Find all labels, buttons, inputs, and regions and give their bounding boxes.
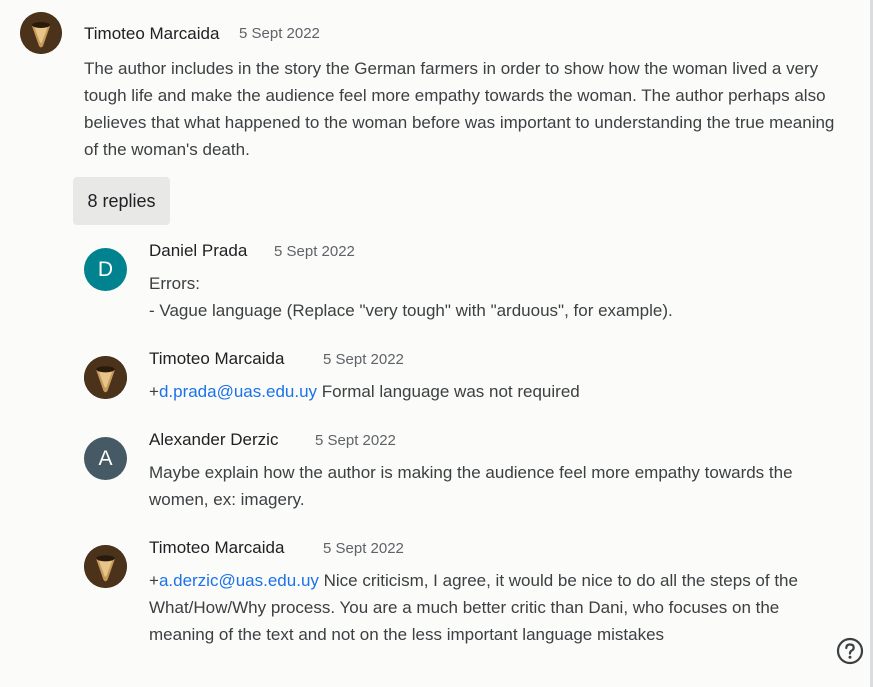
replies-toggle-button[interactable]: 8 replies (73, 177, 170, 225)
reply-text: Maybe explain how the author is making t… (149, 463, 793, 509)
comment-author: Timoteo Marcaida (84, 24, 220, 43)
reply-date: 5 Sept 2022 (274, 243, 355, 260)
reply-author: Alexander Derzic (149, 430, 279, 449)
avatar[interactable] (20, 12, 62, 54)
reply-author: Timoteo Marcaida (149, 349, 285, 368)
avatar[interactable] (84, 545, 127, 588)
reply-author: Timoteo Marcaida (149, 538, 285, 557)
mention-prefix: + (149, 382, 159, 401)
avatar[interactable]: D (84, 248, 127, 291)
reply-date: 5 Sept 2022 (315, 432, 396, 449)
avatar[interactable] (84, 356, 127, 399)
reply-text-body: Formal language was not required (317, 382, 580, 401)
reply-date: 5 Sept 2022 (323, 540, 404, 557)
reply-date: 5 Sept 2022 (323, 351, 404, 368)
mention-prefix: + (149, 571, 159, 590)
avatar[interactable]: A (84, 437, 127, 480)
help-circle-icon[interactable] (836, 637, 864, 665)
comment-text: The author includes in the story the Ger… (84, 59, 835, 159)
comment-date: 5 Sept 2022 (239, 25, 320, 42)
mention-link[interactable]: a.derzic@uas.edu.uy (159, 571, 319, 590)
reply-text-line: - Vague language (Replace "very tough" w… (149, 301, 673, 320)
avatar-letter: D (97, 257, 114, 281)
reply-author: Daniel Prada (149, 241, 248, 260)
avatar-letter: A (98, 446, 113, 470)
reply-text: +d.prada@uas.edu.uy Formal language was … (149, 378, 839, 405)
reply-text: +a.derzic@uas.edu.uy Nice criticism, I a… (149, 567, 839, 648)
reply-text-line: Errors: (149, 274, 200, 293)
mention-link[interactable]: d.prada@uas.edu.uy (159, 382, 317, 401)
reply-text: Errors: - Vague language (Replace "very … (149, 270, 839, 324)
